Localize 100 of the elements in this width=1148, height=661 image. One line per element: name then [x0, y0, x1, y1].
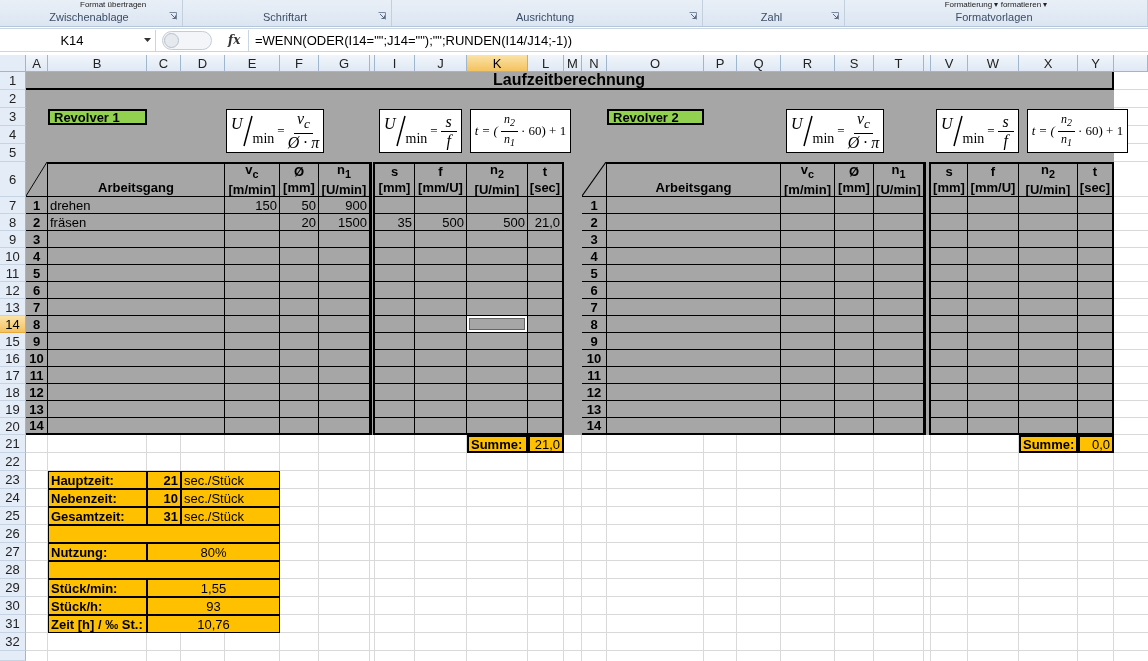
- row-number: 9: [582, 333, 607, 350]
- row-header[interactable]: 26: [0, 525, 26, 543]
- row-header[interactable]: 23: [0, 471, 26, 489]
- formula-text: U: [791, 115, 803, 133]
- row-header[interactable]: 29: [0, 579, 26, 597]
- heading-symbol: Ø: [293, 164, 305, 180]
- column-header[interactable]: W: [968, 55, 1019, 72]
- column-header[interactable]: N: [582, 55, 607, 72]
- row-header[interactable]: 3: [0, 108, 26, 126]
- column-header[interactable]: I: [375, 55, 415, 72]
- formula-text: U: [231, 115, 243, 133]
- row-number: 10: [582, 350, 607, 367]
- heading-symbol: n$_{2}$: [1041, 162, 1055, 182]
- column-header[interactable]: X: [1019, 55, 1078, 72]
- formula-text: · 60) + 1: [520, 123, 567, 139]
- row-number: 1: [582, 197, 607, 214]
- ribbon-command[interactable]: Format übertragen: [80, 0, 147, 9]
- name-box[interactable]: K14: [0, 29, 156, 51]
- column-header[interactable]: R: [781, 55, 835, 72]
- row-number: 11: [26, 367, 48, 384]
- column-header[interactable]: B: [48, 55, 147, 72]
- row-header[interactable]: 8: [0, 214, 26, 231]
- row-header[interactable]: 25: [0, 507, 26, 525]
- table-cell: 50: [280, 197, 319, 214]
- sum-label: Summe:: [1019, 435, 1078, 453]
- group-label: Zwischenablage: [49, 11, 129, 24]
- column-header[interactable]: A: [26, 55, 48, 72]
- row-header[interactable]: 2: [0, 90, 26, 108]
- ribbon-command[interactable]: Formatierung ▾ formatieren ▾: [944, 0, 1048, 9]
- row-number: 10: [26, 350, 48, 367]
- column-header[interactable]: D: [181, 55, 225, 72]
- row-header[interactable]: 10: [0, 248, 26, 265]
- row-header[interactable]: 11: [0, 265, 26, 282]
- row-header[interactable]: 5: [0, 144, 26, 162]
- formula-text: t = (: [1031, 123, 1055, 139]
- row-header[interactable]: 19: [0, 401, 26, 418]
- row-header[interactable]: 22: [0, 453, 26, 471]
- heading-unit: [sec]: [529, 180, 561, 196]
- formula-field[interactable]: =WENN(ODER(I14="";J14="");"";RUNDEN(I14/J14;-1)): [248, 29, 1148, 51]
- formula-text: Ø · π: [287, 134, 320, 153]
- row-header[interactable]: 31: [0, 615, 26, 633]
- column-header[interactable]: C: [147, 55, 181, 72]
- column-header[interactable]: T: [874, 55, 924, 72]
- row-header[interactable]: 13: [0, 299, 26, 316]
- column-header[interactable]: Y: [1078, 55, 1114, 72]
- row-header[interactable]: 9: [0, 231, 26, 248]
- heading-unit: [U/min]: [321, 181, 367, 198]
- row-header[interactable]: 32: [0, 633, 26, 651]
- row-header[interactable]: 27: [0, 543, 26, 561]
- row-header[interactable]: 24: [0, 489, 26, 507]
- row-header[interactable]: 21: [0, 435, 26, 453]
- summary-value: 31: [147, 507, 181, 525]
- summary-unit: sec./Stück: [181, 489, 280, 507]
- row-header[interactable]: 1: [0, 72, 26, 90]
- column-heading: Arbeitsgang: [48, 162, 225, 197]
- row-number: 5: [582, 265, 607, 282]
- column-header[interactable]: K: [467, 55, 528, 72]
- heading-unit: [U/min]: [474, 181, 520, 198]
- summary-value: 21: [147, 471, 181, 489]
- heading-unit: [U/min]: [876, 181, 921, 198]
- row-header[interactable]: 14: [0, 316, 26, 333]
- row-number: 3: [26, 231, 48, 248]
- column-header[interactable]: P: [704, 55, 737, 72]
- column-header[interactable]: J: [415, 55, 467, 72]
- column-header[interactable]: G: [319, 55, 370, 72]
- heading-symbol: v$_{c}$: [800, 162, 815, 182]
- row-header[interactable]: 30: [0, 597, 26, 615]
- formula-text: s: [997, 112, 1014, 132]
- insert-function-button[interactable]: fx: [228, 33, 248, 48]
- column-header[interactable]: Q: [737, 55, 781, 72]
- row-header[interactable]: 16: [0, 350, 26, 367]
- row-number: 1: [26, 197, 48, 214]
- table-cell: drehen: [48, 197, 225, 214]
- summary-value: 10: [147, 489, 181, 507]
- formula-text: t = (: [474, 123, 498, 139]
- row-header[interactable]: 12: [0, 282, 26, 299]
- column-header[interactable]: O: [607, 55, 704, 72]
- row-header[interactable]: 17: [0, 367, 26, 384]
- heading-unit: [mm]: [933, 180, 965, 196]
- table-cell: 20: [280, 214, 319, 231]
- section-label: Revolver 1: [48, 109, 147, 125]
- column-header[interactable]: L: [528, 55, 564, 72]
- column-header[interactable]: F: [280, 55, 319, 72]
- column-header[interactable]: M: [564, 55, 582, 72]
- row-header[interactable]: 6: [0, 162, 26, 197]
- column-header[interactable]: V: [931, 55, 968, 72]
- table-cell: 35: [375, 214, 415, 231]
- column-header[interactable]: S: [835, 55, 874, 72]
- row-header[interactable]: 7: [0, 197, 26, 214]
- row-number: 12: [26, 384, 48, 401]
- row-header[interactable]: 18: [0, 384, 26, 401]
- column-header[interactable]: E: [225, 55, 280, 72]
- row-header[interactable]: 20: [0, 418, 26, 435]
- row-header[interactable]: 15: [0, 333, 26, 350]
- row-header[interactable]: 28: [0, 561, 26, 579]
- heading-unit: [U/min]: [1025, 181, 1071, 198]
- row-header[interactable]: 4: [0, 126, 26, 144]
- table-cell: 1500: [319, 214, 370, 231]
- heading-unit: [mm]: [378, 180, 411, 196]
- table-cell: 500: [467, 214, 528, 231]
